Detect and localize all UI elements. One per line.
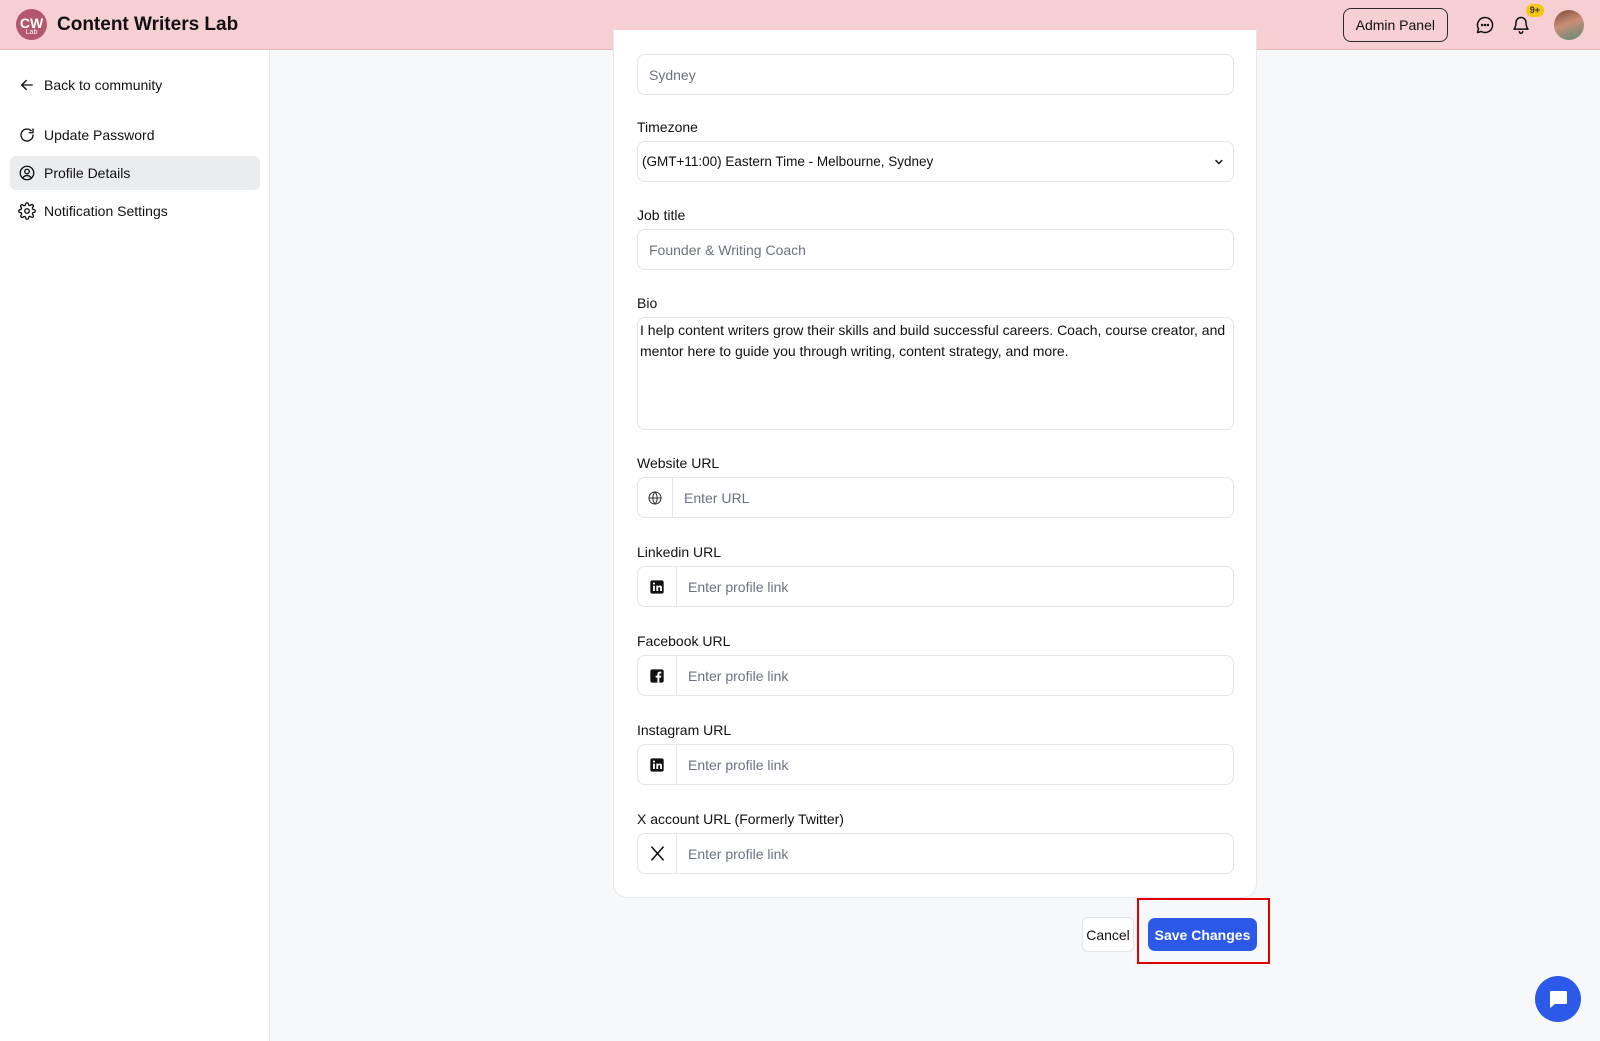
bio-label: Bio (637, 295, 658, 311)
notification-count-badge: 9+ (1525, 3, 1544, 17)
globe-icon (638, 478, 673, 517)
save-changes-button[interactable]: Save Changes (1148, 918, 1257, 951)
cancel-button[interactable]: Cancel (1082, 917, 1134, 952)
sidebar-item-notification-settings[interactable]: Notification Settings (10, 194, 260, 228)
linkedin-icon (638, 567, 677, 606)
bio-textarea[interactable]: I help content writers grow their skills… (637, 317, 1234, 430)
timezone-select[interactable]: (GMT+11:00) Eastern Time - Melbourne, Sy… (637, 141, 1234, 182)
top-bar-actions: Admin Panel 9+ (1342, 3, 1584, 42)
city-input-box (637, 54, 1234, 95)
brand-logo[interactable]: CW Lab (16, 9, 47, 40)
notifications-bell-icon[interactable]: 9+ (1510, 3, 1544, 36)
facebook-icon (638, 656, 677, 695)
job-title-input-box (637, 229, 1234, 270)
instagram-linkedin-style-icon (638, 745, 677, 784)
job-title-input[interactable] (638, 230, 1233, 269)
sidebar-item-label: Profile Details (44, 165, 131, 181)
user-avatar[interactable] (1554, 9, 1584, 40)
linkedin-url-label: Linkedin URL (637, 544, 722, 560)
linkedin-url-input[interactable] (677, 567, 1233, 606)
instagram-url-label: Instagram URL (637, 722, 732, 738)
admin-panel-button[interactable]: Admin Panel (1342, 7, 1448, 42)
timezone-label: Timezone (637, 119, 698, 135)
website-url-input-box (637, 477, 1234, 518)
website-url-input[interactable] (673, 478, 1233, 517)
city-input[interactable] (638, 55, 1233, 94)
messages-icon[interactable] (1474, 14, 1496, 36)
job-title-label: Job title (637, 207, 686, 223)
sidebar-item-profile-details[interactable]: Profile Details (10, 156, 260, 190)
sidebar-item-label: Notification Settings (44, 203, 168, 219)
chat-bubble-icon (1550, 991, 1567, 1008)
arrow-left-icon (21, 79, 33, 91)
x-account-url-input[interactable] (677, 834, 1233, 873)
facebook-url-input-box (637, 655, 1234, 696)
back-to-community-label: Back to community (44, 77, 163, 93)
brand-name[interactable]: Content Writers Lab (57, 14, 238, 36)
logo-initials: CW (19, 14, 44, 31)
facebook-url-label: Facebook URL (637, 633, 731, 649)
back-to-community-link[interactable]: Back to community (10, 68, 260, 102)
website-url-label: Website URL (637, 455, 720, 471)
refresh-icon (20, 128, 34, 142)
support-chat-button[interactable] (1535, 976, 1581, 1022)
facebook-url-input[interactable] (677, 656, 1233, 695)
user-circle-icon (19, 165, 35, 181)
sidebar-item-update-password[interactable]: Update Password (10, 118, 260, 152)
x-account-url-label: X account URL (Formerly Twitter) (637, 811, 844, 827)
gear-icon (18, 202, 36, 220)
instagram-url-input-box (637, 744, 1234, 785)
x-account-url-input-box (637, 833, 1234, 874)
sidebar-item-label: Update Password (44, 127, 155, 143)
logo-subtext: Lab (25, 28, 38, 36)
x-logo-icon (638, 834, 677, 873)
chevron-down-icon (1215, 159, 1223, 164)
settings-sidebar: Back to community Update Password Profil… (0, 50, 270, 1041)
instagram-url-input[interactable] (677, 745, 1233, 784)
timezone-selected-value: (GMT+11:00) Eastern Time - Melbourne, Sy… (642, 154, 934, 169)
linkedin-url-input-box (637, 566, 1234, 607)
